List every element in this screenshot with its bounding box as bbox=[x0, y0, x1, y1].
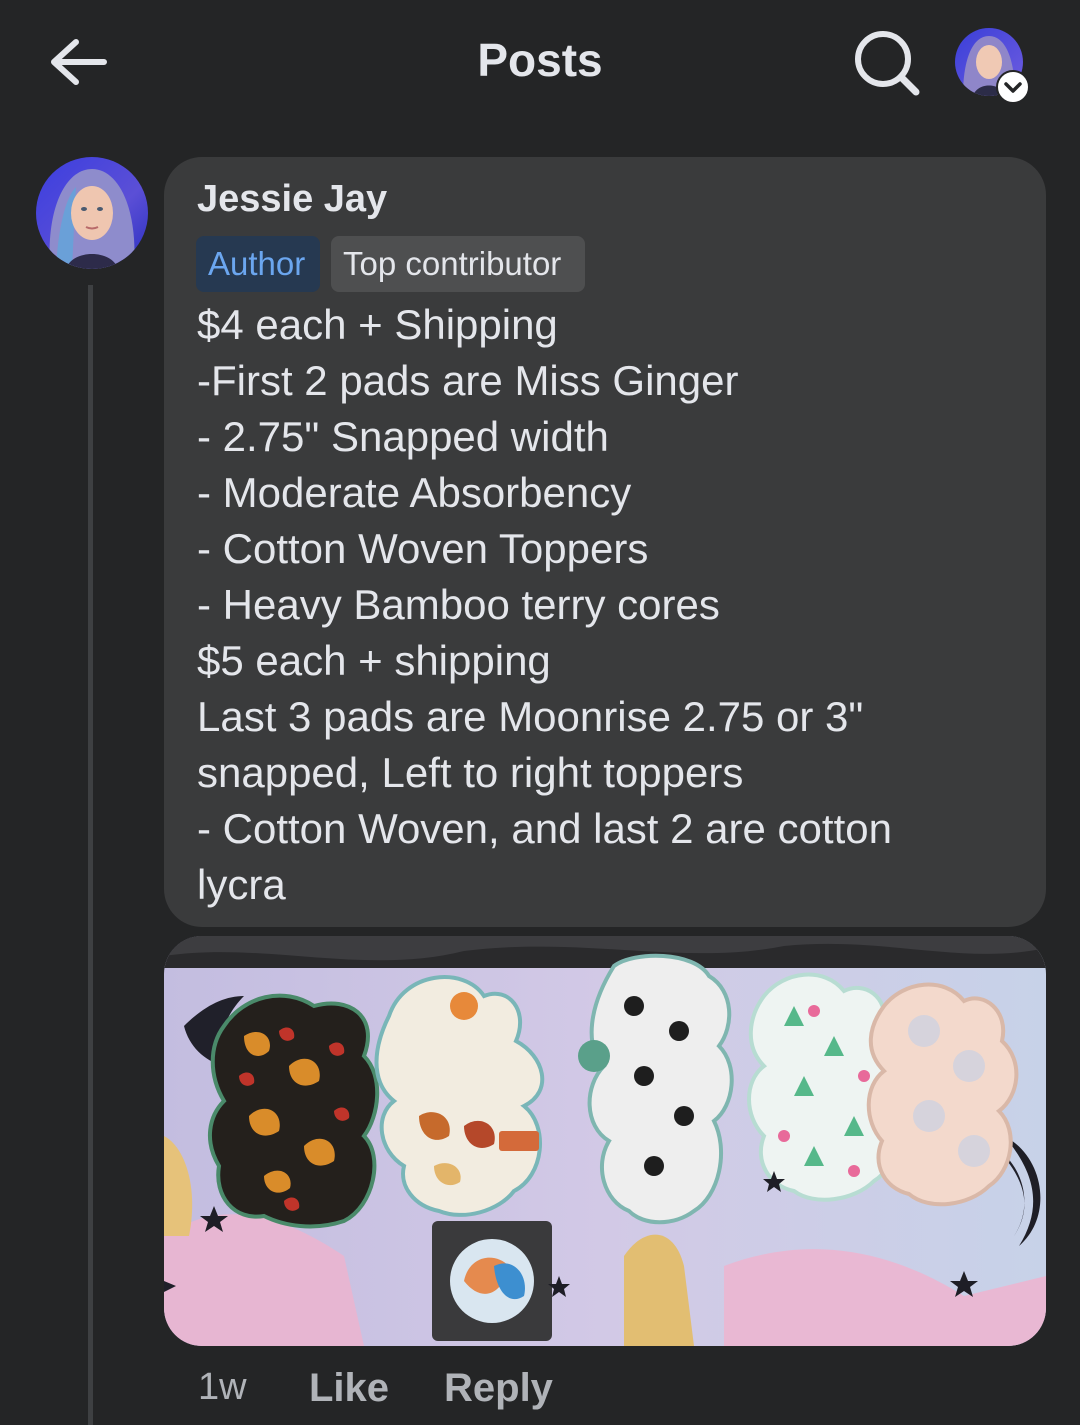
commenter-avatar[interactable] bbox=[36, 157, 148, 269]
top-bar: Posts bbox=[0, 0, 1080, 125]
search-icon bbox=[855, 31, 920, 96]
like-button[interactable]: Like bbox=[309, 1366, 389, 1411]
search-button[interactable] bbox=[852, 28, 922, 98]
comment-photo[interactable] bbox=[164, 936, 1046, 1346]
thread-line bbox=[88, 285, 93, 1425]
comment-actions: 1w Like Reply bbox=[0, 1362, 1080, 1422]
reply-button[interactable]: Reply bbox=[444, 1366, 553, 1411]
author-badge: Author bbox=[196, 236, 320, 292]
comment-author[interactable]: Jessie Jay bbox=[197, 178, 387, 221]
top-contributor-badge: Top contributor bbox=[331, 236, 585, 292]
cloth-pads-photo bbox=[164, 936, 1046, 1346]
chevron-down-icon bbox=[1004, 82, 1022, 93]
comment-timestamp[interactable]: 1w bbox=[198, 1366, 247, 1409]
chevron-badge bbox=[996, 70, 1030, 104]
comment-text: $4 each + Shipping -First 2 pads are Mis… bbox=[197, 301, 892, 908]
profile-menu-button[interactable] bbox=[955, 28, 1033, 106]
